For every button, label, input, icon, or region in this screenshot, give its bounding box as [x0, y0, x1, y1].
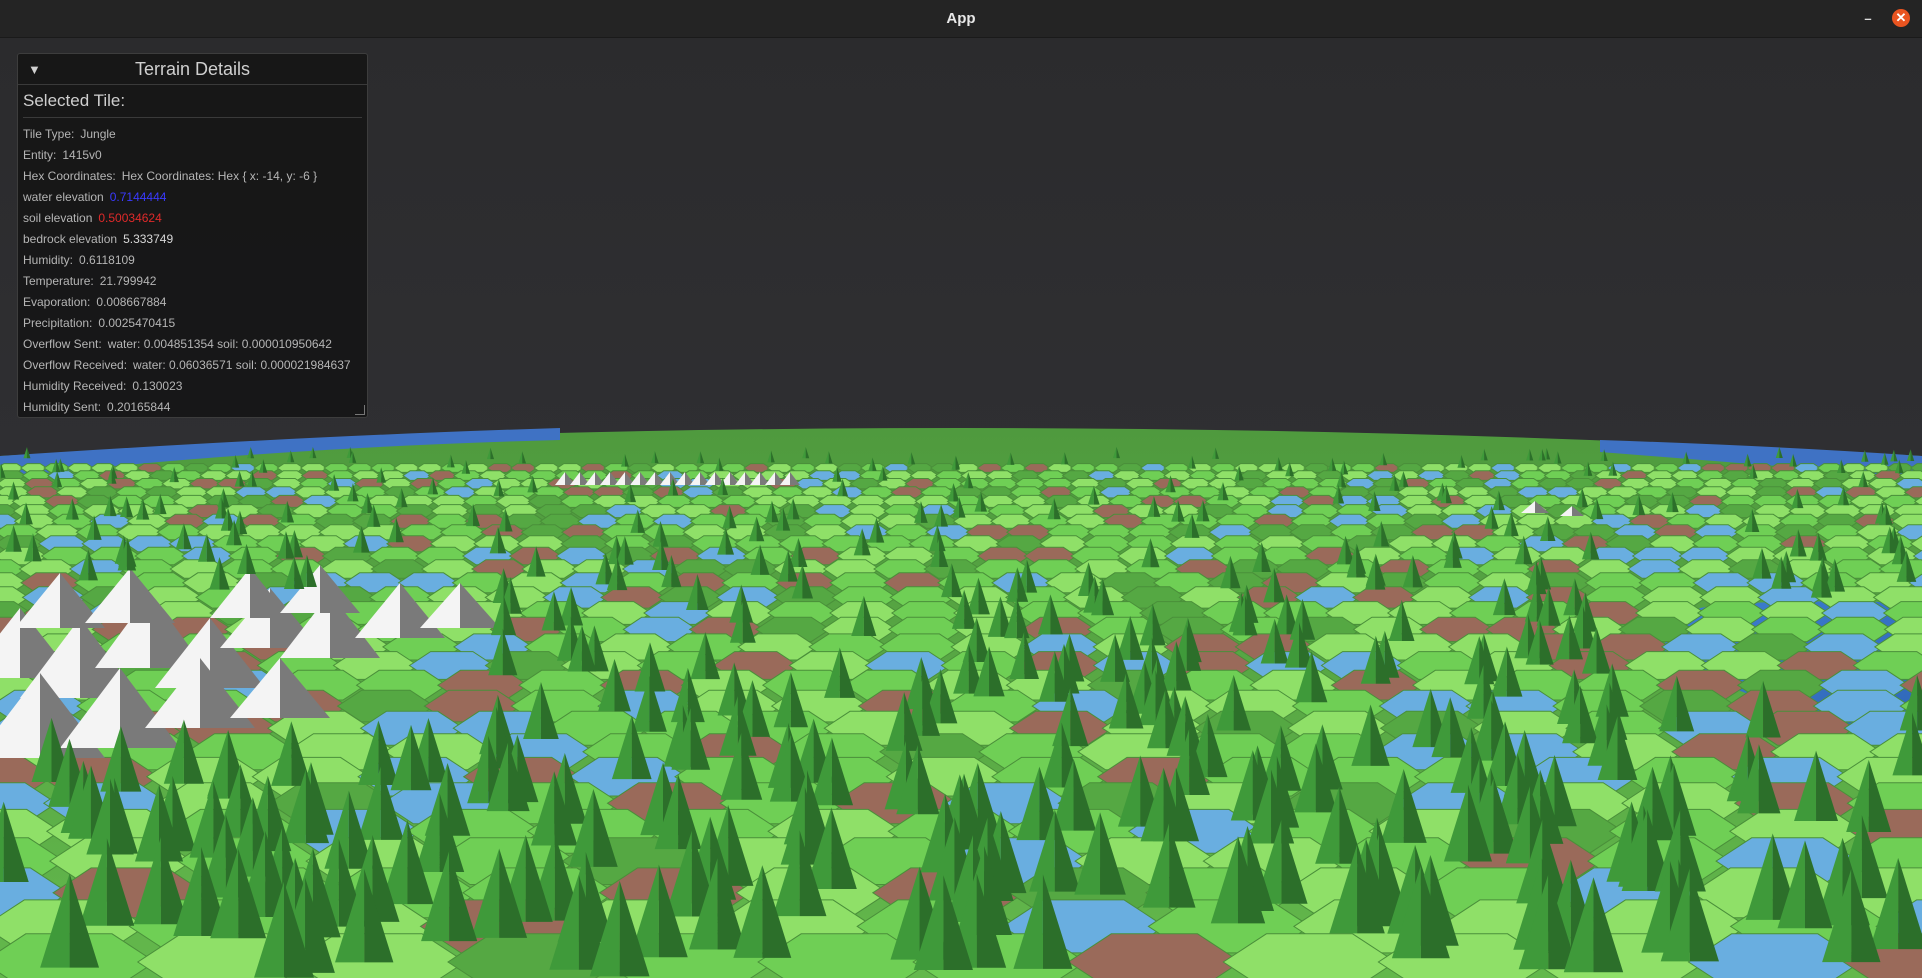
- row-label: Tile Type:: [23, 127, 75, 141]
- row-label: Hex Coordinates:: [23, 169, 116, 183]
- row-value: 0.0025470415: [98, 316, 176, 330]
- row-temperature: Temperature: 21.799942: [23, 271, 362, 292]
- row-overflow-received: Overflow Received: water: 0.06036571 soil…: [23, 355, 362, 376]
- row-overflow-sent: Overflow Sent: water: 0.004851354 soil: 0…: [23, 334, 362, 355]
- row-value: 0.50034624: [98, 211, 162, 225]
- row-evaporation: Evaporation: 0.008667884: [23, 292, 362, 313]
- row-value: Jungle: [80, 127, 116, 141]
- row-value: water: 0.06036571 soil: 0.000021984637: [133, 358, 351, 372]
- row-label: soil elevation: [23, 211, 93, 225]
- resize-grip[interactable]: [355, 405, 365, 415]
- row-value: water: 0.004851354 soil: 0.000010950642: [107, 337, 332, 351]
- row-value: Hex Coordinates: Hex { x: -14, y: -6 }: [121, 169, 318, 183]
- minimize-icon[interactable]: –: [1859, 9, 1877, 27]
- row-label: bedrock elevation: [23, 232, 118, 246]
- row-value: 1415v0: [62, 148, 102, 162]
- triangle-down-icon[interactable]: ▼: [28, 62, 41, 77]
- row-tile-type: Tile Type: Jungle: [23, 124, 362, 145]
- selected-tile-heading: Selected Tile:: [23, 89, 362, 118]
- terrain-details-panel: ▼ Terrain Details Selected Tile: Tile Ty…: [17, 53, 368, 418]
- row-value: 5.333749: [123, 232, 174, 246]
- row-value: 0.130023: [132, 379, 183, 393]
- row-label: Humidity Received:: [23, 379, 127, 393]
- row-label: Evaporation:: [23, 295, 91, 309]
- row-value: 0.7144444: [109, 190, 167, 204]
- row-humidity: Humidity: 0.6118109: [23, 250, 362, 271]
- row-precipitation: Precipitation: 0.0025470415: [23, 313, 362, 334]
- window-title: App: [946, 10, 976, 27]
- close-icon[interactable]: ✕: [1892, 9, 1910, 27]
- row-value: 21.799942: [99, 274, 157, 288]
- window-titlebar: App – ✕: [0, 0, 1922, 38]
- row-humidity-sent: Humidity Sent: 0.20165844: [23, 397, 362, 418]
- row-value: 0.6118109: [79, 253, 135, 267]
- row-label: Humidity Sent:: [23, 400, 102, 414]
- row-entity: Entity: 1415v0: [23, 145, 362, 166]
- panel-title: Terrain Details: [134, 58, 251, 79]
- row-label: water elevation: [23, 190, 104, 204]
- row-hex-coordinates: Hex Coordinates: Hex Coordinates: Hex { x…: [23, 166, 362, 187]
- row-label: Overflow Received:: [23, 358, 128, 372]
- row-label: Humidity:: [23, 253, 74, 267]
- panel-header[interactable]: ▼ Terrain Details: [18, 54, 367, 85]
- row-water-elevation: water elevation 0.7144444: [23, 187, 362, 208]
- row-label: Temperature:: [23, 274, 94, 288]
- row-label: Overflow Sent:: [23, 337, 102, 351]
- row-humidity-received: Humidity Received: 0.130023: [23, 376, 362, 397]
- row-bedrock-elevation: bedrock elevation 5.333749: [23, 229, 362, 250]
- row-value: 0.20165844: [107, 400, 171, 414]
- row-soil-elevation: soil elevation 0.50034624: [23, 208, 362, 229]
- row-label: Precipitation:: [23, 316, 93, 330]
- row-label: Entity:: [23, 148, 57, 162]
- row-value: 0.008667884: [96, 295, 167, 309]
